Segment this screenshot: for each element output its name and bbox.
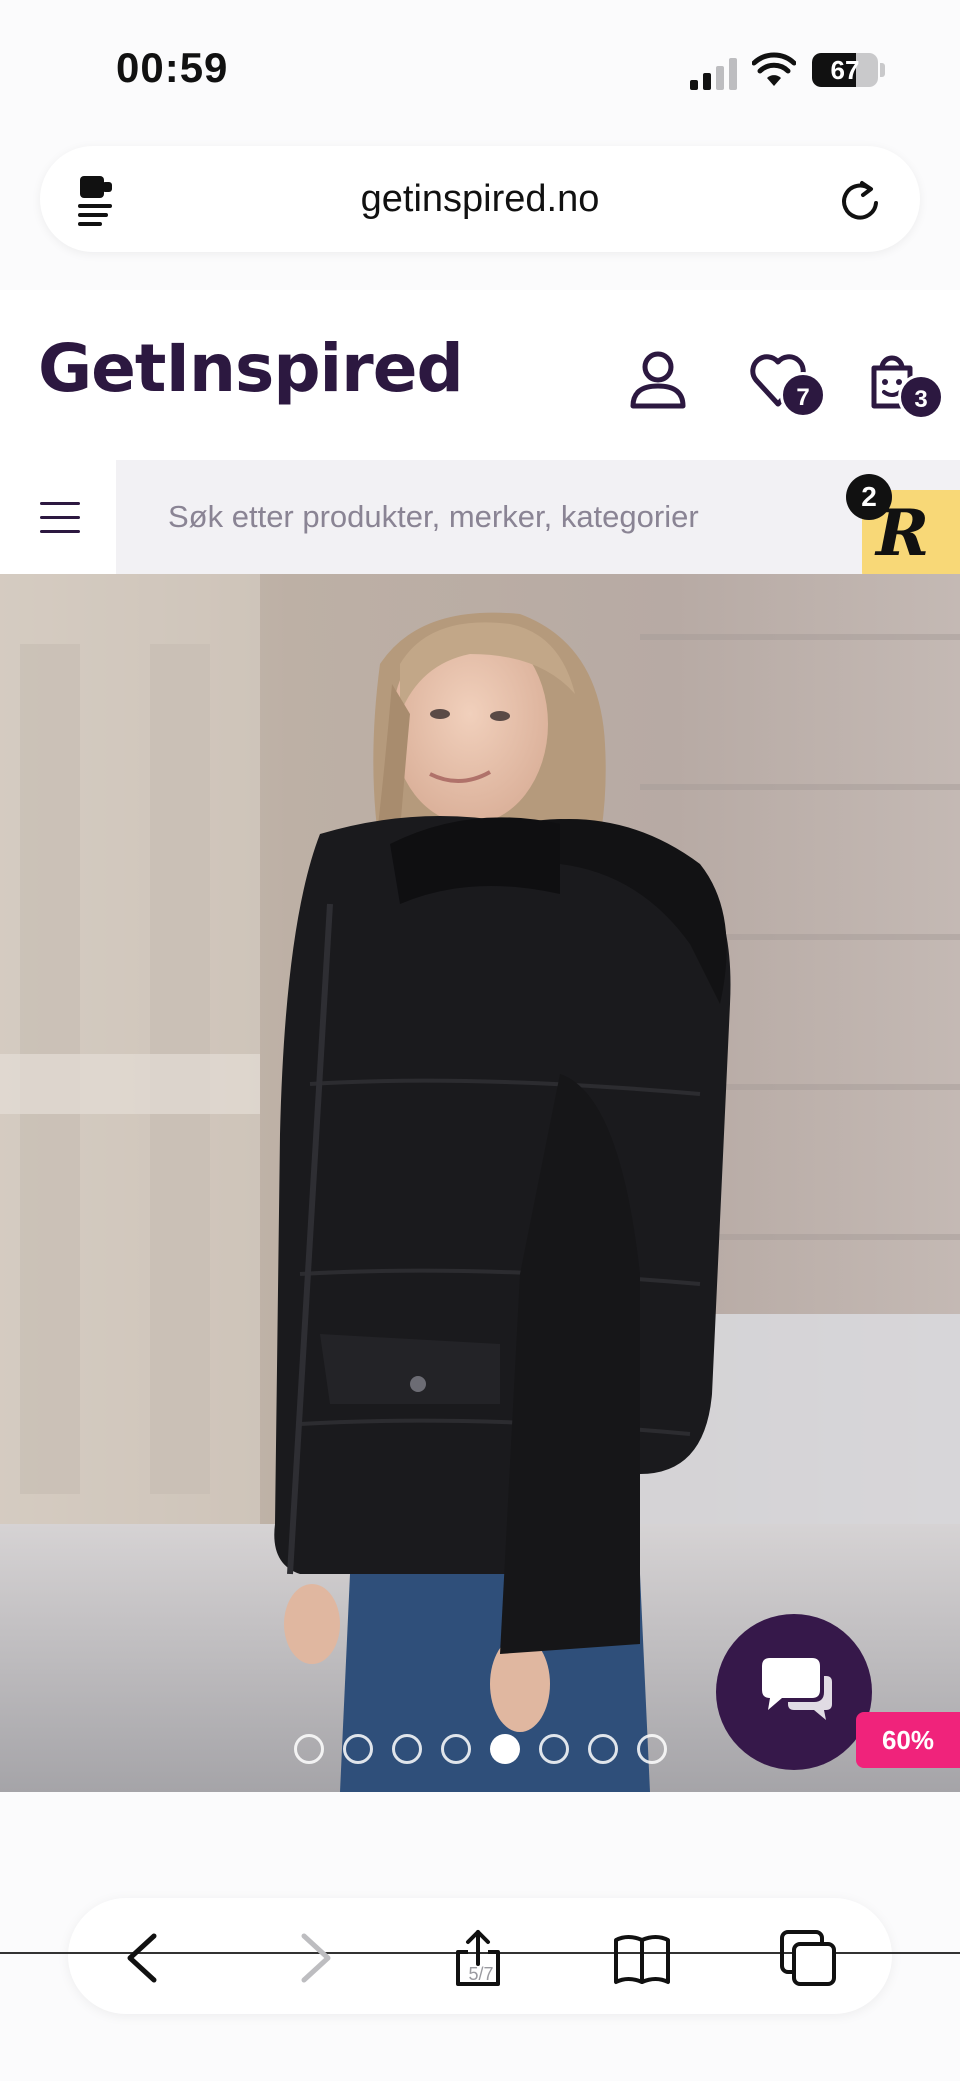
wishlist-count-badge: 7: [780, 372, 826, 418]
pagination-dot[interactable]: [441, 1734, 471, 1764]
menu-icon-line: [40, 530, 80, 533]
address-bar[interactable]: getinspired.no: [40, 146, 920, 252]
forward-icon[interactable]: [284, 1928, 344, 1988]
browser-bottom-toolbar: 5/7: [0, 1792, 960, 2081]
menu-icon: [40, 502, 80, 505]
menu-button[interactable]: [0, 460, 116, 574]
pagination-dot[interactable]: [490, 1734, 520, 1764]
tabs-icon[interactable]: [778, 1928, 838, 1988]
site-header: GetInspired 7 3: [0, 290, 960, 460]
menu-icon-line: [40, 516, 80, 519]
battery-cap: [880, 63, 885, 77]
cellular-signal-icon: [690, 58, 737, 90]
cart-count-badge: 3: [898, 374, 944, 420]
browser-address-area: getinspired.no: [0, 140, 960, 290]
battery-indicator: 67: [812, 53, 878, 87]
pagination-dot[interactable]: [637, 1734, 667, 1764]
pagination-dot[interactable]: [539, 1734, 569, 1764]
account-icon[interactable]: [628, 350, 688, 410]
pagination-dot[interactable]: [343, 1734, 373, 1764]
pagination-dot[interactable]: [294, 1734, 324, 1764]
reload-icon[interactable]: [840, 179, 880, 221]
back-icon[interactable]: [114, 1928, 174, 1988]
status-bar: 00:59 67: [0, 0, 960, 140]
wifi-icon: [752, 52, 796, 86]
image-pagination[interactable]: [0, 1734, 960, 1764]
pagination-dot[interactable]: [392, 1734, 422, 1764]
battery-percent: 67: [830, 55, 860, 85]
bookmarks-icon[interactable]: [612, 1928, 672, 1988]
search-input[interactable]: Søk etter produkter, merker, kategorier: [168, 460, 699, 574]
search-bar[interactable]: Søk etter produkter, merker, kategorier: [0, 460, 960, 574]
site-logo[interactable]: GetInspired: [38, 330, 464, 407]
page-indicator: 5/7: [468, 1964, 494, 1984]
rewards-widget-count: 2: [846, 474, 892, 520]
pagination-dot[interactable]: [588, 1734, 618, 1764]
status-time: 00:59: [116, 44, 229, 91]
product-image[interactable]: 60%: [0, 574, 960, 1792]
url-text: getinspired.no: [360, 178, 600, 220]
product-photo: [0, 574, 960, 1792]
